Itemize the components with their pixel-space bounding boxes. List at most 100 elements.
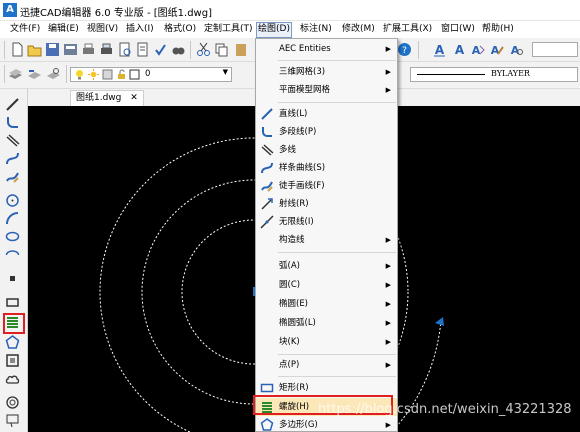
menu-item-label: 多边形(G)	[279, 420, 318, 430]
draw-menu-point[interactable]: 点(P) ▶	[256, 356, 397, 374]
submenu-arrow-icon: ▶	[385, 236, 391, 244]
print-preview-icon[interactable]	[99, 42, 114, 57]
layer-lock-icon	[102, 69, 113, 80]
multiline-icon[interactable]	[5, 133, 20, 148]
menu-item-label: 平面模型网格	[279, 85, 331, 95]
revision-cloud-icon[interactable]	[5, 371, 20, 386]
print-icon[interactable]	[81, 42, 96, 57]
menu-edit[interactable]: 编辑(E)	[48, 23, 79, 37]
point-icon[interactable]	[5, 271, 20, 286]
draw-menu-planar-mesh[interactable]: 平面模型网格 ▶	[256, 81, 397, 99]
rectangle-icon	[260, 383, 274, 393]
edit-text-icon[interactable]: A	[489, 42, 504, 57]
draw-menu-line[interactable]: 直线(L)	[256, 105, 397, 123]
menu-divider	[278, 102, 396, 103]
preview-icon[interactable]	[135, 42, 150, 57]
submenu-arrow-icon: ▶	[385, 68, 391, 76]
menu-item-label: 三维网格(3)	[279, 67, 326, 77]
tab-drawing1[interactable]: 图纸1.dwg ✕	[70, 90, 144, 106]
layer-match-icon[interactable]	[46, 67, 61, 82]
cut-icon[interactable]	[196, 42, 211, 57]
draw-menu-xline[interactable]: 无限线(I)	[256, 213, 397, 231]
draw-menu-spline[interactable]: 样条曲线(S)	[256, 159, 397, 177]
draw-menu-polygon[interactable]: 多边形(G) ▶	[256, 416, 397, 432]
window-title: 迅捷CAD编辑器 6.0 专业版 - [图纸1.dwg]	[20, 8, 212, 19]
ray-icon	[261, 198, 273, 210]
menu-insert[interactable]: 插入(I)	[126, 23, 154, 37]
new-file-icon[interactable]	[10, 42, 25, 57]
draw-menu-ellipse[interactable]: 椭圆(E) ▶	[256, 295, 397, 313]
layer-previous-icon[interactable]	[27, 67, 42, 82]
draw-menu-ellipse-arc[interactable]: 椭圆弧(L) ▶	[256, 314, 397, 332]
layer-combo[interactable]: 0 ▼	[70, 67, 232, 82]
circle-icon[interactable]	[5, 193, 20, 208]
draw-menu-freehand[interactable]: 徒手画线(F)	[256, 177, 397, 195]
draw-menu-circle[interactable]: 圆(C) ▶	[256, 276, 397, 294]
menu-divider	[278, 252, 396, 253]
arc-icon[interactable]	[5, 211, 20, 226]
draw-menu-block[interactable]: 块(K) ▶	[256, 333, 397, 351]
rectangle-icon[interactable]	[5, 295, 20, 310]
toolbar-separator	[66, 65, 67, 83]
linetype-combo[interactable]: BYLAYER	[410, 67, 578, 82]
grip-arrow-icon[interactable]	[435, 317, 444, 326]
donut-icon[interactable]	[5, 395, 20, 410]
menu-view[interactable]: 视图(V)	[87, 23, 118, 37]
svg-text:A: A	[435, 43, 445, 57]
draw-menu-polyline[interactable]: 多段线(P)	[256, 123, 397, 141]
title-bar: A 迅捷CAD编辑器 6.0 专业版 - [图纸1.dwg]	[0, 0, 580, 21]
paste-icon[interactable]	[234, 42, 249, 57]
draw-menu-dropdown: AEC Entities ▶ 三维网格(3) ▶ 平面模型网格 ▶ 直线(L) …	[255, 38, 398, 432]
polygon-icon[interactable]	[5, 335, 20, 350]
submenu-arrow-icon: ▶	[385, 338, 391, 346]
text-find-icon[interactable]: A	[509, 42, 524, 57]
watermark: https://blog.csdn.net/weixin_43221328	[318, 402, 572, 417]
draw-menu-arc[interactable]: 弧(A) ▶	[256, 257, 397, 275]
menu-modify[interactable]: 修改(M)	[342, 23, 375, 37]
page-setup-icon[interactable]	[117, 42, 132, 57]
menu-file[interactable]: 文件(F)	[10, 23, 40, 37]
polyline-icon	[262, 127, 272, 137]
text-style-combo[interactable]	[532, 42, 578, 57]
menu-dimension[interactable]: 标注(N)	[300, 23, 332, 37]
save-icon[interactable]	[45, 42, 60, 57]
draw-menu-ray[interactable]: 射线(R)	[256, 195, 397, 213]
toolbar-separator	[418, 41, 419, 59]
table-icon[interactable]	[5, 413, 20, 428]
draw-menu-3d-mesh[interactable]: 三维网格(3) ▶	[256, 63, 397, 81]
ellipse-arc-icon[interactable]	[5, 247, 20, 262]
menu-item-label: 直线(L)	[279, 109, 308, 119]
toolbar-grip	[4, 65, 5, 83]
menu-item-label: 点(P)	[279, 360, 300, 370]
menu-format[interactable]: 格式(O)	[164, 23, 196, 37]
close-icon[interactable]: ✕	[130, 93, 138, 103]
text-style-icon[interactable]: A	[432, 42, 447, 57]
layer-manager-icon[interactable]	[8, 67, 23, 82]
submenu-arrow-icon: ▶	[385, 300, 391, 308]
menu-help[interactable]: 帮助(H)	[482, 23, 514, 37]
freehand-icon[interactable]	[5, 169, 20, 184]
draw-menu-aec-entities[interactable]: AEC Entities ▶	[256, 40, 397, 58]
find-icon[interactable]	[171, 42, 186, 57]
draw-menu-multiline[interactable]: 多线	[256, 141, 397, 159]
multiline-text-icon[interactable]: A	[470, 42, 485, 57]
menu-custom-tools[interactable]: 定制工具(T)	[204, 23, 253, 37]
ellipse-icon[interactable]	[5, 229, 20, 244]
menu-draw[interactable]: 绘图(D)	[256, 22, 292, 38]
region-icon[interactable]	[5, 353, 20, 368]
copy-icon[interactable]	[214, 42, 229, 57]
single-line-text-icon[interactable]: A	[452, 42, 467, 57]
menu-extended-tools[interactable]: 扩展工具(X)	[383, 23, 432, 37]
save-as-icon[interactable]	[63, 42, 78, 57]
menu-window[interactable]: 窗口(W)	[441, 23, 475, 37]
toolbar-grip	[4, 41, 5, 59]
help-icon[interactable]: ?	[397, 42, 412, 57]
spellcheck-icon[interactable]	[153, 42, 168, 57]
polyline-icon[interactable]	[5, 115, 20, 130]
chevron-down-icon[interactable]: ▼	[223, 68, 228, 76]
draw-menu-construction-line[interactable]: 构造线 ▶	[256, 231, 397, 249]
spline-icon[interactable]	[5, 151, 20, 166]
open-folder-icon[interactable]	[27, 42, 42, 57]
line-icon[interactable]	[5, 97, 20, 112]
svg-text:A: A	[472, 44, 481, 57]
